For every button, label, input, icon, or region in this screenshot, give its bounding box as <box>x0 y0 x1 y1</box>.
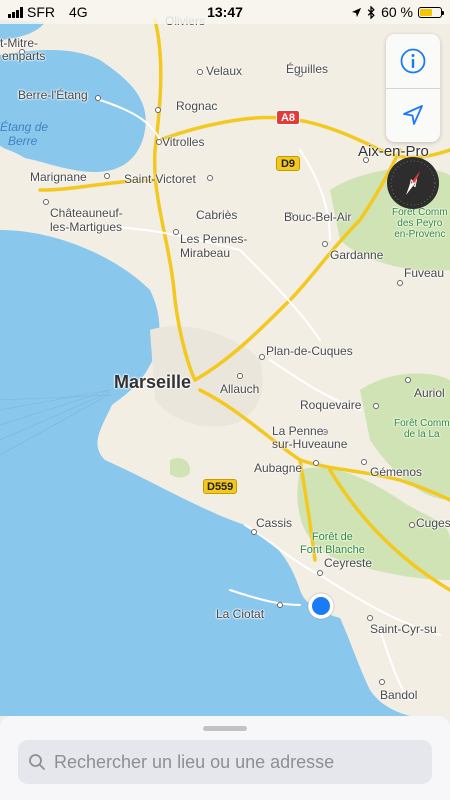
bluetooth-icon <box>367 5 375 19</box>
place-label: La Penne- <box>272 424 328 438</box>
search-sheet[interactable]: Rechercher un lieu ou une adresse <box>0 716 450 800</box>
place-label: Saint-Victoret <box>124 172 196 186</box>
water-label: Étang de <box>0 120 49 134</box>
road-shield-a8: A8 <box>276 110 300 125</box>
battery-percent: 60 % <box>381 4 413 20</box>
place-label: Marseille <box>114 372 192 392</box>
forest-label-line: de la La <box>403 429 440 440</box>
forest-label-line: des Peyro <box>397 218 443 229</box>
place-label: Roquevaire <box>300 398 362 412</box>
road-shield-d9: D9 <box>276 156 300 171</box>
battery-fill <box>420 8 432 16</box>
place-label: les-Martigues <box>50 220 123 234</box>
location-services-icon <box>351 7 362 17</box>
search-placeholder: Rechercher un lieu ou une adresse <box>54 751 335 772</box>
place-label: Cabriès <box>196 208 238 222</box>
place-label: Velaux <box>206 64 243 78</box>
place-label: Gardanne <box>330 248 384 262</box>
place-label: Auriol <box>414 386 445 400</box>
sheet-grabber[interactable] <box>203 726 247 731</box>
place-label: t-Mitre- <box>0 36 38 50</box>
forest-label: Forêt de Font Blanche <box>300 531 365 557</box>
status-right: 60 % <box>351 4 444 20</box>
location-arrow-icon <box>403 105 423 125</box>
place-label: Ceyreste <box>324 556 373 570</box>
forest-label: Forêt Comm de la La <box>394 418 450 440</box>
place-label: Bouc-Bel-Air <box>284 210 352 224</box>
road-shield-d559: D559 <box>203 479 237 494</box>
battery-icon <box>418 6 444 18</box>
place-label: Mirabeau <box>180 246 231 260</box>
map-controls <box>386 34 440 142</box>
forest-label-line: Font Blanche <box>300 544 365 556</box>
forest-label-line: en-Provenc <box>394 229 446 240</box>
place-label: Châteauneuf- <box>50 206 123 220</box>
compass-letter: N <box>409 178 417 190</box>
map-canvas[interactable] <box>0 0 450 800</box>
place-label: Rognac <box>176 99 218 113</box>
place-label: Gémenos <box>370 465 423 479</box>
place-label: Vitrolles <box>162 135 205 149</box>
place-label: Marignane <box>30 170 87 184</box>
user-location-dot <box>312 597 330 615</box>
forest-label: Forêt Comm des Peyro en-Provenc <box>392 207 448 240</box>
info-button[interactable] <box>386 34 440 88</box>
compass-icon: N <box>390 160 436 206</box>
place-label: Éguilles <box>286 62 329 76</box>
place-label: Les Pennes- <box>180 232 248 246</box>
place-label: sur-Huveaune <box>272 437 348 451</box>
place-label: Allauch <box>220 382 260 396</box>
search-field[interactable]: Rechercher un lieu ou une adresse <box>18 740 432 784</box>
compass-button[interactable]: N <box>387 157 439 209</box>
place-label: Bandol <box>380 688 418 702</box>
track-location-button[interactable] <box>386 88 440 142</box>
forest-label-line: Forêt de <box>311 531 353 543</box>
place-label: Saint-Cyr-su <box>370 622 437 636</box>
status-bar: SFR 4G 13:47 60 % <box>0 0 450 24</box>
place-label: Fuveau <box>404 266 445 280</box>
place-label: Aubagne <box>254 461 303 475</box>
place-label: emparts <box>2 49 46 63</box>
place-label: Berre-l'Étang <box>18 88 88 102</box>
water-label: Berre <box>8 134 38 148</box>
place-label: Cassis <box>256 516 293 530</box>
info-icon <box>400 48 426 74</box>
forest-label-line: Forêt Comm <box>394 418 450 429</box>
search-icon <box>29 754 45 770</box>
place-label: Plan-de-Cuques <box>266 344 353 358</box>
place-label: Cuges <box>416 516 450 530</box>
place-label: La Ciotat <box>216 607 265 621</box>
